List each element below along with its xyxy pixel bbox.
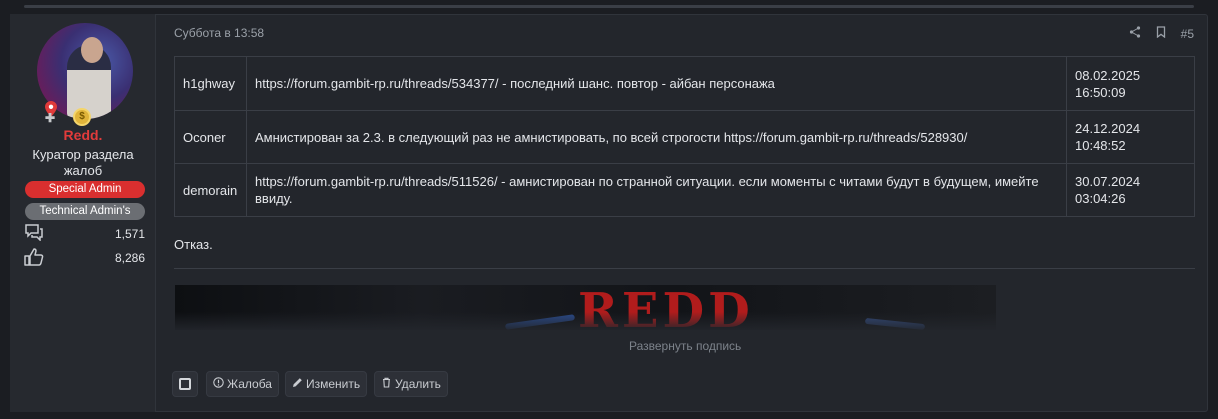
author-username[interactable]: Redd. <box>10 127 156 143</box>
top-divider-bar <box>24 5 1194 8</box>
post-date[interactable]: Суббота в 13:58 <box>174 26 264 40</box>
date-text: 30.07.2024 <box>1075 174 1141 189</box>
table-row: h1ghway https://forum.gambit-rp.ru/threa… <box>174 56 1195 111</box>
share-icon[interactable] <box>1129 26 1141 41</box>
time-text: 03:04:26 <box>1075 191 1126 206</box>
table-cell-datetime: 30.07.2024 03:04:26 <box>1066 163 1195 217</box>
checkbox-icon <box>179 378 191 390</box>
table-cell-nick: Oconer <box>174 110 247 164</box>
post-top-actions: #5 <box>1129 26 1194 41</box>
table-row: Oconer Амнистирован за 2.3. в следующий … <box>174 110 1195 164</box>
select-post-checkbox[interactable] <box>172 371 198 397</box>
report-button[interactable]: Жалоба <box>206 371 279 397</box>
date-text: 24.12.2024 <box>1075 121 1141 136</box>
pencil-icon <box>292 377 303 391</box>
author-title: Куратор раздела жалоб <box>32 147 134 178</box>
table-cell-nick: h1ghway <box>174 56 247 111</box>
table-cell-text[interactable]: https://forum.gambit-rp.ru/threads/53437… <box>246 56 1067 111</box>
messages-count: 1,571 <box>114 227 145 241</box>
punishment-log-table: h1ghway https://forum.gambit-rp.ru/threa… <box>174 56 1195 217</box>
report-label: Жалоба <box>227 377 272 391</box>
signature-divider <box>174 268 1195 269</box>
expand-signature-link[interactable]: Развернуть подпись <box>629 339 741 353</box>
table-cell-nick: demorain <box>174 163 247 217</box>
messages-icon <box>24 223 44 242</box>
signature-fade <box>175 312 996 332</box>
delete-button[interactable]: Удалить <box>374 371 448 397</box>
bookmark-icon[interactable] <box>1155 26 1167 41</box>
trash-icon <box>381 377 392 391</box>
table-cell-text[interactable]: Амнистирован за 2.3. в следующий раз не … <box>246 110 1067 164</box>
time-text: 10:48:52 <box>1075 138 1126 153</box>
table-cell-text[interactable]: https://forum.gambit-rp.ru/threads/51152… <box>246 163 1067 217</box>
banner-technical-admin: Technical Admin's <box>25 203 145 220</box>
thumbs-up-icon <box>24 248 44 266</box>
banner-special-admin: Special Admin <box>25 181 145 198</box>
time-text: 16:50:09 <box>1075 84 1126 100</box>
edit-label: Изменить <box>306 377 361 391</box>
date-text: 08.02.2025 <box>1075 67 1141 83</box>
table-row: demorain https://forum.gambit-rp.ru/thre… <box>174 163 1195 217</box>
avatar-head <box>81 37 103 63</box>
table-cell-datetime: 24.12.2024 10:48:52 <box>1066 110 1195 164</box>
edit-button[interactable]: Изменить <box>285 371 368 397</box>
warning-circle-icon <box>213 377 224 391</box>
coin-badge-icon: $ <box>73 108 91 126</box>
table-cell-datetime: 08.02.2025 16:50:09 <box>1066 56 1195 111</box>
verdict-text: Отказ. <box>174 237 213 252</box>
reactions-count: 8,286 <box>114 251 145 265</box>
plus-badge-icon: ✚ <box>45 111 56 125</box>
delete-label: Удалить <box>395 377 441 391</box>
post-number-link[interactable]: #5 <box>1181 27 1194 41</box>
